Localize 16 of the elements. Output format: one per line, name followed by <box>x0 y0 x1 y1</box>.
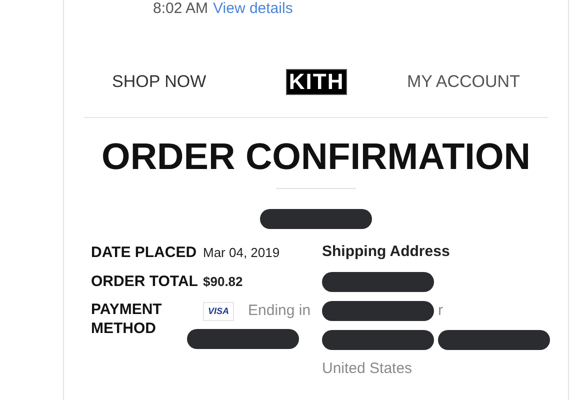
field-value: r <box>438 300 443 320</box>
field-value: United States <box>322 359 412 379</box>
field-value: Ending in <box>248 301 311 321</box>
field-label: ORDER TOTAL <box>91 272 199 291</box>
brand-logo: KITH <box>286 69 348 95</box>
field-value: Mar 04, 2019 <box>203 244 280 262</box>
shop-now-link[interactable]: SHOP NOW <box>112 69 206 95</box>
card-logo: VISA <box>203 302 234 321</box>
field-label: PAYMENT METHOD <box>91 300 163 339</box>
field-label: DATE PLACED <box>91 243 198 262</box>
my-account-link[interactable]: MY ACCOUNT <box>406 69 520 95</box>
field-value: $90.82 <box>203 272 243 290</box>
view-details-link[interactable]: View details <box>213 1 293 17</box>
section-heading: Shipping Address <box>322 242 451 262</box>
timestamp: 8:02 AM <box>153 1 208 17</box>
page-title: ORDER CONFIRMATION <box>102 136 530 178</box>
